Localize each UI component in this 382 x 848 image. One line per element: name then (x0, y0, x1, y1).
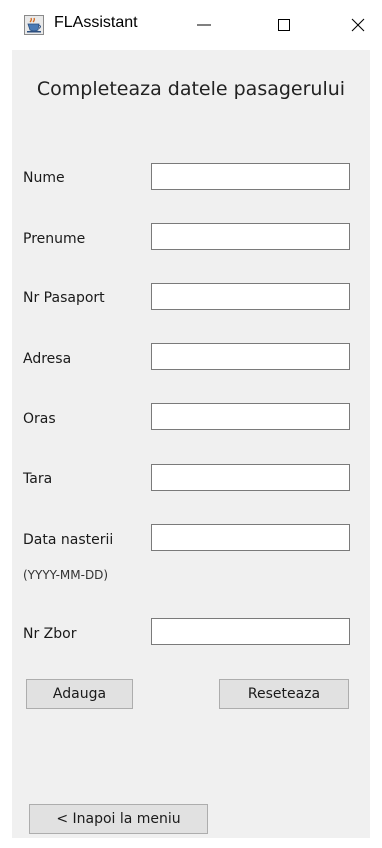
oras-field[interactable] (151, 403, 350, 430)
adresa-label: Adresa (23, 351, 72, 367)
minimize-button[interactable] (184, 8, 224, 42)
nr-zbor-label: Nr Zbor (23, 626, 77, 642)
adresa-field[interactable] (151, 343, 350, 370)
close-icon (351, 18, 365, 32)
window-title: FLAssistant (54, 14, 138, 31)
nr-pasaport-label: Nr Pasaport (23, 290, 105, 306)
close-button[interactable] (338, 8, 378, 42)
tara-field[interactable] (151, 464, 350, 491)
back-to-menu-button[interactable]: < Inapoi la meniu (29, 804, 208, 834)
tara-label: Tara (23, 471, 53, 487)
app-window: FLAssistant Completeaza datele pasagerul… (0, 0, 382, 848)
nr-pasaport-field[interactable] (151, 283, 350, 310)
minimize-icon (197, 24, 211, 26)
date-format-hint: (YYYY-MM-DD) (23, 568, 109, 582)
data-nasterii-label: Data nasterii (23, 532, 114, 548)
reset-button[interactable]: Reseteaza (219, 679, 349, 709)
nr-zbor-field[interactable] (151, 618, 350, 645)
form-heading: Completeaza datele pasagerului (36, 78, 346, 100)
oras-label: Oras (23, 411, 56, 427)
nume-field[interactable] (151, 163, 350, 190)
passenger-form: Completeaza datele pasagerului Nume Pren… (12, 50, 370, 838)
add-button[interactable]: Adauga (26, 679, 133, 709)
data-nasterii-field[interactable] (151, 524, 350, 551)
java-cup-icon (24, 15, 44, 35)
title-bar[interactable]: FLAssistant (0, 0, 382, 50)
maximize-icon (278, 19, 290, 31)
maximize-button[interactable] (264, 8, 304, 42)
prenume-label: Prenume (23, 231, 86, 247)
nume-label: Nume (23, 170, 65, 186)
prenume-field[interactable] (151, 223, 350, 250)
